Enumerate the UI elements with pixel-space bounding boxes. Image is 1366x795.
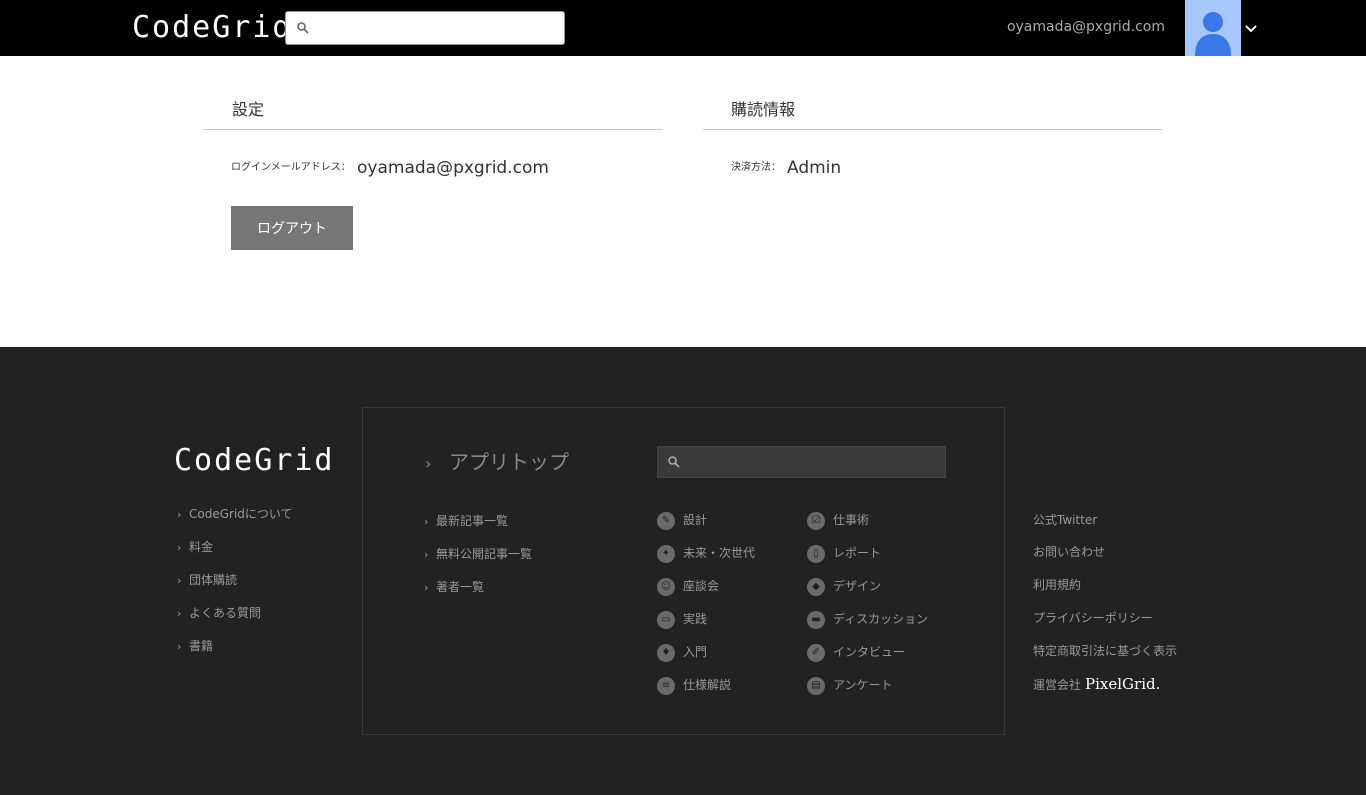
category-work[interactable]: ☑ 仕事術 [807, 511, 869, 530]
footer-link-privacy[interactable]: プライバシーポリシー [1033, 610, 1153, 626]
email-value: oyamada@pxgrid.com [357, 158, 549, 178]
clipboard-icon: ▤ [807, 676, 825, 695]
app-top-link[interactable]: › アプリトップ [425, 449, 569, 477]
footer-company[interactable]: 運営会社 PixelGrid. [1033, 676, 1160, 693]
checklist-icon: ☑ [807, 511, 825, 530]
footer-link-commerce[interactable]: 特定商取引法に基づく表示 [1033, 643, 1177, 659]
footer-link-twitter[interactable]: 公式Twitter [1033, 512, 1097, 528]
footer-link-books[interactable]: › 書籍 [177, 638, 213, 655]
chevron-right-icon: › [177, 607, 182, 620]
footer-link-terms[interactable]: 利用規約 [1033, 577, 1081, 593]
settings-title: 設定 [232, 100, 265, 119]
category-practice[interactable]: ▭ 実践 [657, 610, 707, 629]
chevron-right-icon: › [425, 454, 432, 473]
category-roundtable[interactable]: ☺ 座談会 [657, 577, 719, 596]
footer-link-contact[interactable]: お問い合わせ [1033, 544, 1105, 560]
avatar[interactable] [1185, 0, 1241, 56]
footer-link-authors[interactable]: › 著者一覧 [424, 579, 484, 596]
footer-link-about[interactable]: › CodeGridについて [177, 506, 293, 523]
category-spec[interactable]: ≡ 仕様解説 [657, 676, 731, 695]
chevron-right-icon: › [424, 548, 429, 561]
header-search-input[interactable] [285, 11, 565, 45]
sparkle-icon: ✦ [657, 544, 675, 563]
category-report[interactable]: ▯ レポート [807, 544, 881, 563]
chevron-right-icon: › [424, 515, 429, 528]
footer-link-free[interactable]: › 無料公開記事一覧 [424, 546, 532, 563]
top-header: CodeGrid oyamada@pxgrid.com [0, 0, 1366, 56]
user-email: oyamada@pxgrid.com [1006, 19, 1165, 35]
subscription-divider [703, 129, 1163, 130]
category-interview[interactable]: ✐ インタビュー [807, 643, 905, 662]
pixelgrid-logo[interactable]: PixelGrid. [1085, 675, 1160, 693]
chat-icon: ▬ [807, 610, 825, 629]
footer-codegrid-logo[interactable]: CodeGrid [174, 443, 335, 479]
footer-link-faq[interactable]: › よくある質問 [177, 605, 261, 622]
wrench-icon: ✎ [657, 511, 675, 530]
group-icon: ☺ [657, 577, 675, 596]
category-design[interactable]: ◆ デザイン [807, 577, 881, 596]
user-silhouette-icon [1195, 12, 1231, 56]
beginner-icon: ♦ [657, 643, 675, 662]
chevron-down-icon[interactable] [1244, 22, 1258, 36]
search-icon [668, 456, 680, 468]
category-future[interactable]: ✦ 未来・次世代 [657, 544, 755, 563]
settings-divider [203, 129, 663, 130]
footer: CodeGrid › CodeGridについて › 料金 › 団体購読 › よくある質問… [0, 347, 1366, 795]
chevron-right-icon: › [177, 574, 182, 587]
document-icon: ▯ [807, 544, 825, 563]
footer-search-input[interactable] [657, 446, 946, 478]
payment-label: 決済方法： [731, 162, 781, 173]
payment-value: Admin [787, 158, 842, 178]
chevron-right-icon: › [424, 581, 429, 594]
footer-search-field[interactable] [686, 451, 936, 473]
laptop-icon: ▭ [657, 610, 675, 629]
category-design-arch[interactable]: ✎ 設計 [657, 511, 707, 530]
email-label: ログインメールアドレス： [231, 162, 351, 173]
subscription-title: 購読情報 [731, 100, 796, 119]
pen-icon: ✐ [807, 643, 825, 662]
logout-button[interactable]: ログアウト [231, 206, 353, 250]
category-discussion[interactable]: ▬ ディスカッション [807, 610, 928, 629]
header-search-field[interactable] [316, 16, 556, 40]
chevron-right-icon: › [177, 541, 182, 554]
chevron-right-icon: › [177, 508, 182, 521]
search-icon [297, 22, 309, 34]
footer-link-pricing[interactable]: › 料金 [177, 539, 213, 556]
spec-icon: ≡ [657, 676, 675, 695]
category-survey[interactable]: ▤ アンケート [807, 676, 893, 695]
category-intro[interactable]: ♦ 入門 [657, 643, 707, 662]
chevron-right-icon: › [177, 640, 182, 653]
eraser-icon: ◆ [807, 577, 825, 596]
footer-link-latest[interactable]: › 最新記事一覧 [424, 513, 508, 530]
codegrid-logo[interactable]: CodeGrid [132, 10, 293, 46]
footer-link-group[interactable]: › 団体購読 [177, 572, 237, 589]
